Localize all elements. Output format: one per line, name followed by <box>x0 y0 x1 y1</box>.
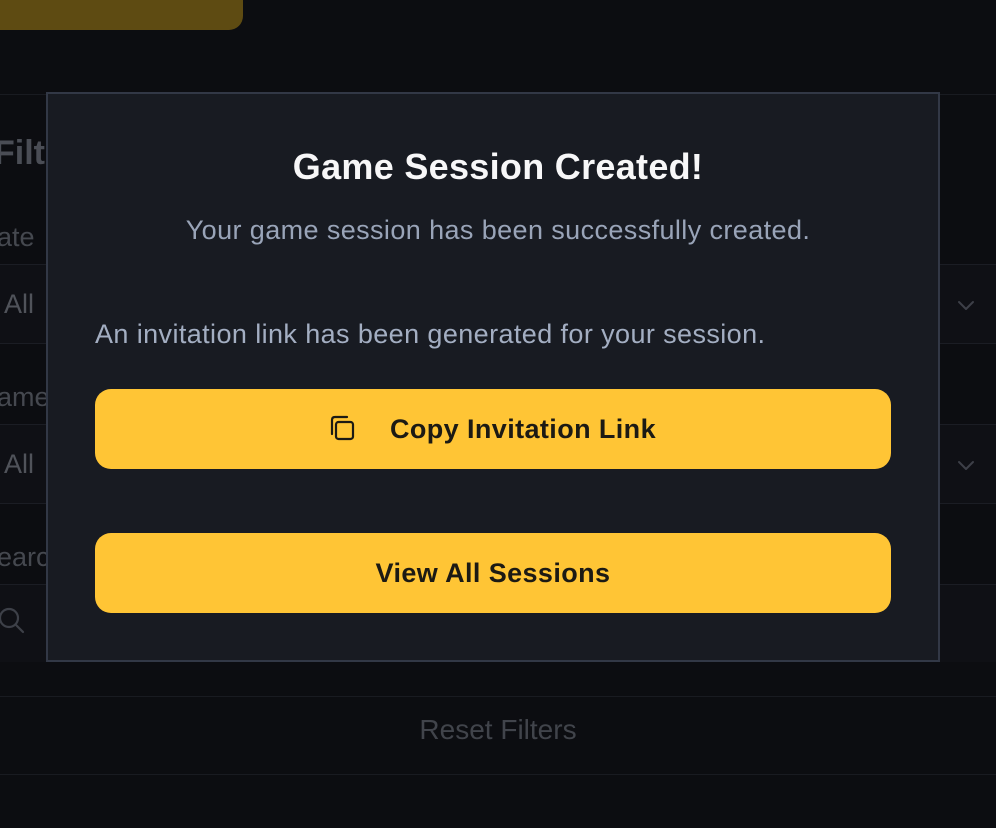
invitation-message: An invitation link has been generated fo… <box>95 319 766 349</box>
copy-button-label: Copy Invitation Link <box>389 413 656 444</box>
modal-overlay: Game Session Created! Your game session … <box>0 0 996 828</box>
copy-icon <box>330 415 355 441</box>
view-button-label: View All Sessions <box>375 557 611 588</box>
dialog-title: Game Session Created! <box>292 146 704 187</box>
copy-invitation-link-button[interactable]: Copy Invitation Link <box>95 389 891 469</box>
dialog-subtitle: Your game session has been successfully … <box>185 215 811 245</box>
view-all-sessions-button[interactable]: View All Sessions <box>95 533 891 613</box>
